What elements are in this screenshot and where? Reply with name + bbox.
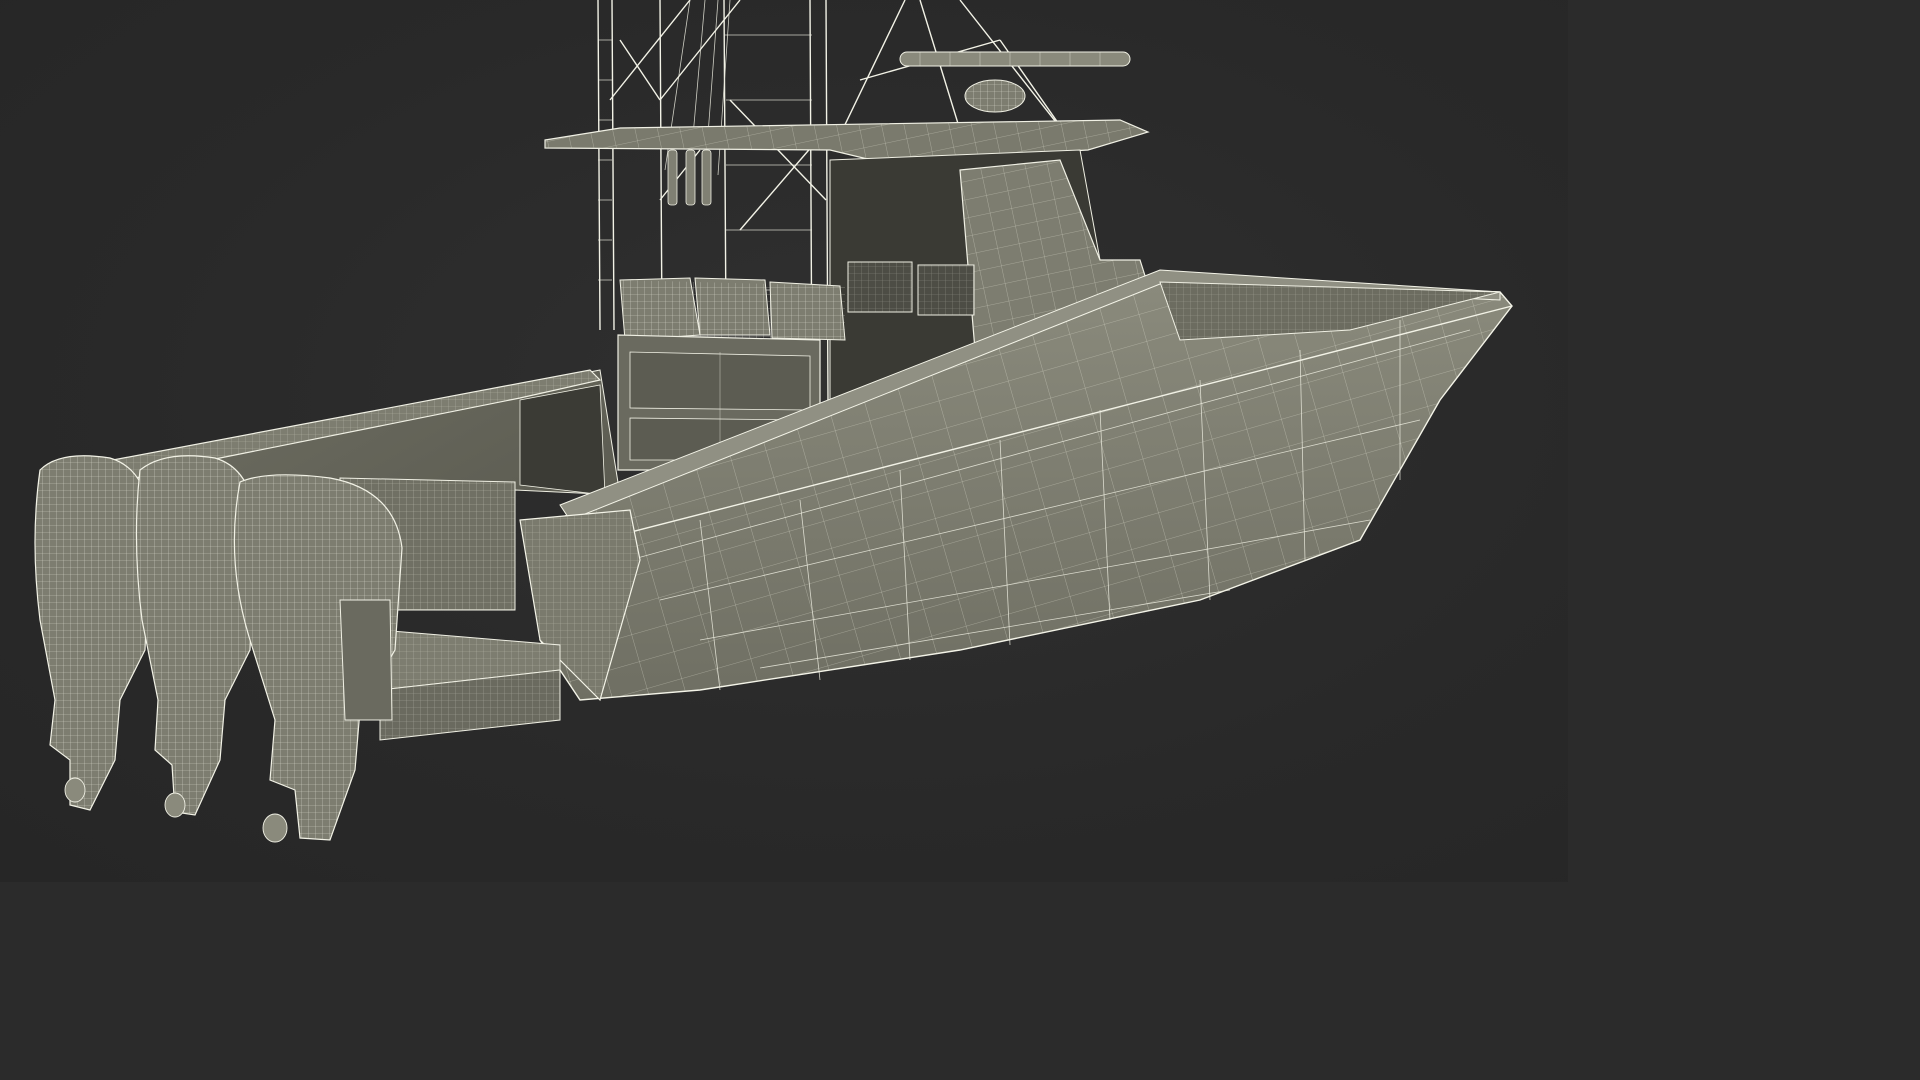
outboard-engine [34,455,151,811]
outboard-engines [34,455,403,843]
outboard-engine [233,474,403,841]
boat-wireframe-render [34,0,1513,843]
render-viewport [0,0,1568,882]
